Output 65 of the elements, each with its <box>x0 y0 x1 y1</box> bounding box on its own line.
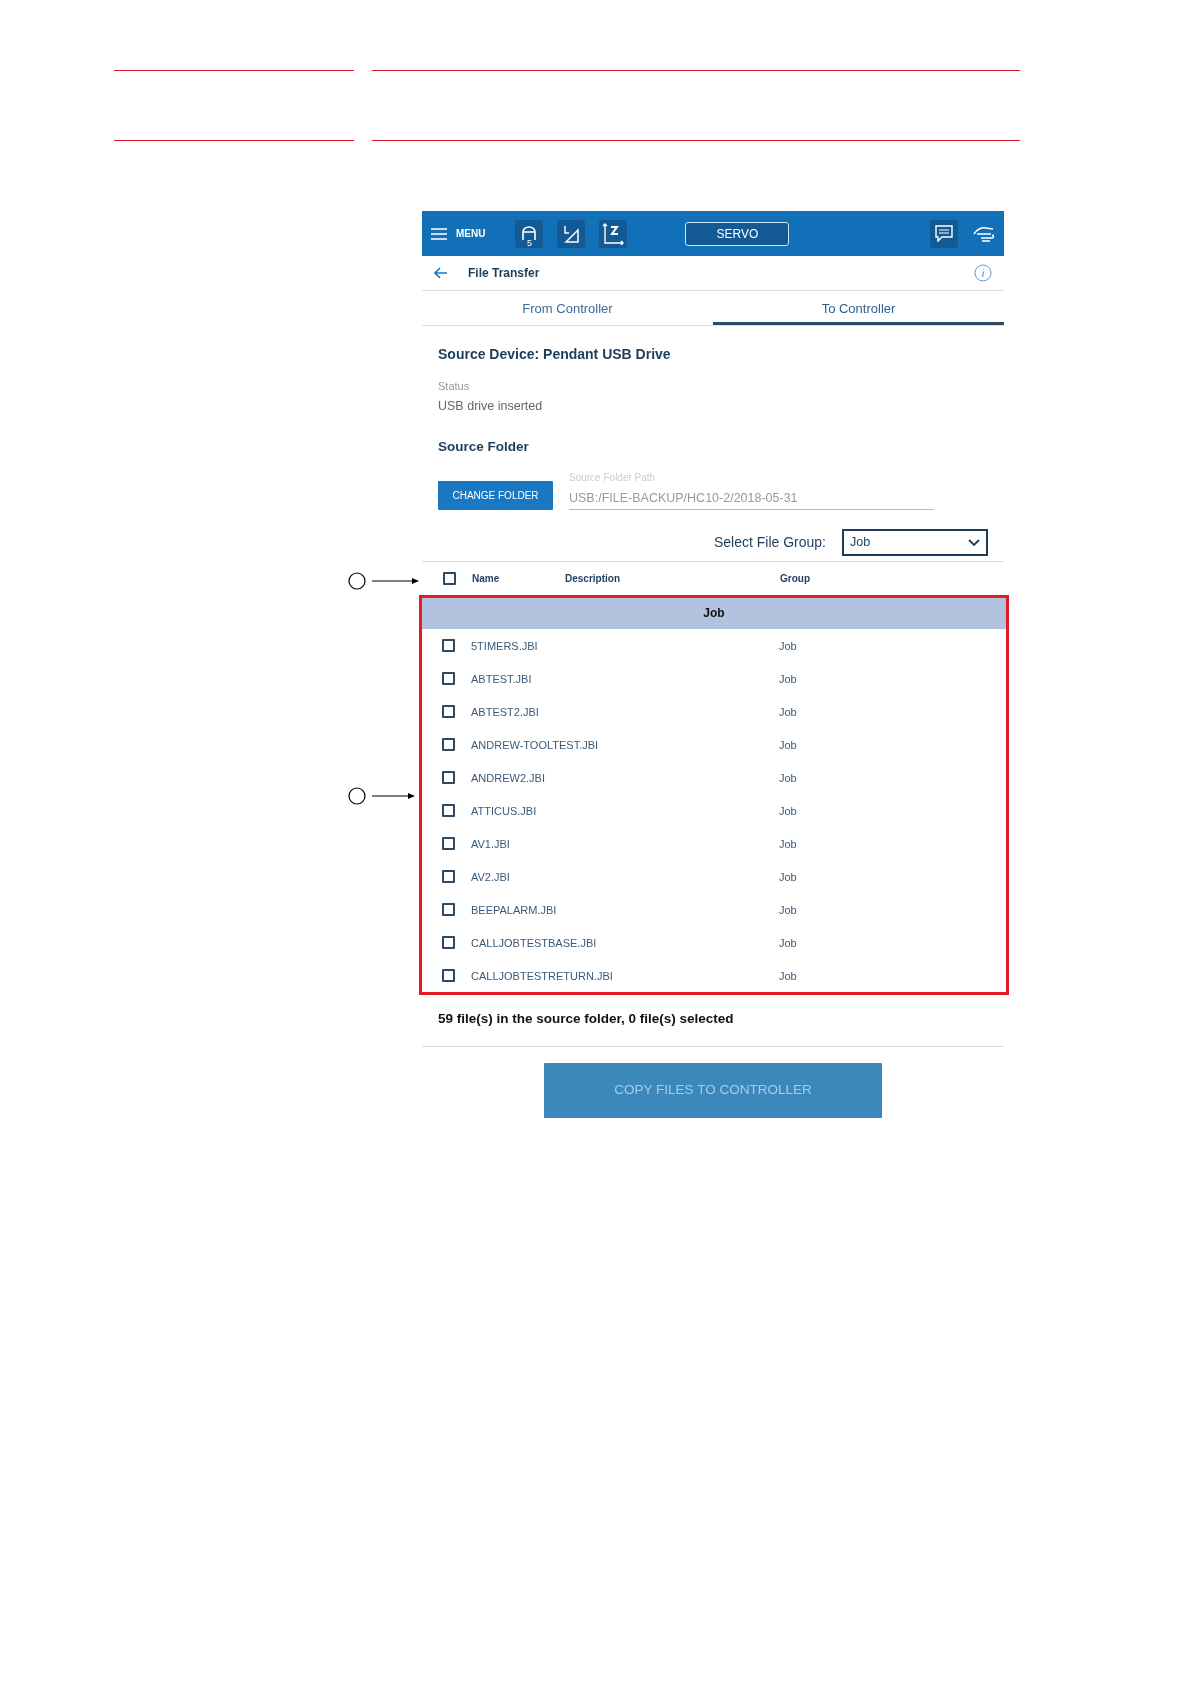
column-header: Group <box>780 572 810 587</box>
file-group: Job <box>779 769 797 786</box>
message-button[interactable] <box>930 219 958 248</box>
file-group: Job <box>779 802 797 819</box>
row-checkbox[interactable] <box>442 705 455 719</box>
menu-icon[interactable] <box>430 226 448 241</box>
row-checkbox[interactable] <box>442 639 455 653</box>
callout-arrow-drawing <box>348 786 416 806</box>
back-arrow-icon[interactable] <box>434 267 448 279</box>
file-group: Job <box>779 868 797 885</box>
selection-summary: 59 file(s) in the source folder, 0 file(s) selected <box>422 995 1004 1047</box>
file-group: Job <box>779 934 797 951</box>
row-checkbox[interactable] <box>442 804 455 818</box>
file-name: AV1.JBI <box>470 836 511 852</box>
file-group-label: Select File Group: <box>713 533 826 553</box>
file-group: Job <box>779 835 797 852</box>
file-name: CALLJOBTESTBASE.JBI <box>470 935 598 951</box>
column-header: Description <box>565 572 621 587</box>
status-value: USB drive inserted <box>438 397 544 415</box>
select-all-checkbox[interactable] <box>443 572 456 586</box>
row-checkbox[interactable] <box>442 903 455 917</box>
triangle-icon <box>561 223 582 244</box>
row-checkbox[interactable] <box>442 771 455 785</box>
file-name: BEEPALARM.JBI <box>470 902 558 918</box>
chevron-down-icon <box>968 538 980 547</box>
file-name: AV2.JBI <box>470 869 511 885</box>
file-name: ANDREW2.JBI <box>470 770 546 786</box>
callout-arrow-drawing <box>348 571 420 591</box>
info-icon[interactable] <box>974 264 992 282</box>
file-name: ABTEST.JBI <box>470 671 533 687</box>
coordinate-button[interactable] <box>557 219 586 248</box>
row-checkbox[interactable] <box>442 870 455 884</box>
file-group: Job <box>779 670 797 687</box>
axis-button[interactable] <box>599 219 628 248</box>
row-checkbox[interactable] <box>442 738 455 752</box>
row-checkbox[interactable] <box>442 969 455 983</box>
file-name: ABTEST2.JBI <box>470 704 540 720</box>
file-group: Job <box>779 637 797 654</box>
source-folder-heading: Source Folder <box>438 438 530 457</box>
tool-number: 5 <box>525 237 533 248</box>
column-header: Name <box>471 572 501 587</box>
file-name: 5TIMERS.JBI <box>470 638 539 654</box>
servo-button[interactable]: SERVO <box>685 221 790 246</box>
chat-icon <box>935 225 953 242</box>
row-checkbox[interactable] <box>442 672 455 686</box>
axis-icon <box>602 222 625 245</box>
row-checkbox[interactable] <box>442 837 455 851</box>
file-group-dropdown[interactable]: Job <box>842 529 988 557</box>
tab[interactable]: From Controller <box>422 291 713 325</box>
gripper-tool-button[interactable]: 5 <box>515 219 544 248</box>
file-name: CALLJOBTESTRETURN.JBI <box>470 968 614 984</box>
change-folder-button[interactable]: CHANGE FOLDER <box>438 481 553 511</box>
source-device-heading: Source Device: Pendant USB Drive <box>438 345 672 364</box>
tab[interactable]: To Controller <box>713 291 1004 325</box>
file-group: Job <box>779 967 797 984</box>
menu-label[interactable]: MENU <box>456 226 486 241</box>
file-group: Job <box>779 901 797 918</box>
group-header: Job <box>422 598 1006 630</box>
status-label: Status <box>438 379 471 394</box>
file-name: ANDREW-TOOLTEST.JBI <box>470 737 600 753</box>
row-checkbox[interactable] <box>442 936 455 950</box>
file-group: Job <box>779 703 797 720</box>
page-title: File Transfer <box>468 265 541 282</box>
file-group: Job <box>779 736 797 753</box>
file-name: ATTICUS.JBI <box>470 803 538 819</box>
